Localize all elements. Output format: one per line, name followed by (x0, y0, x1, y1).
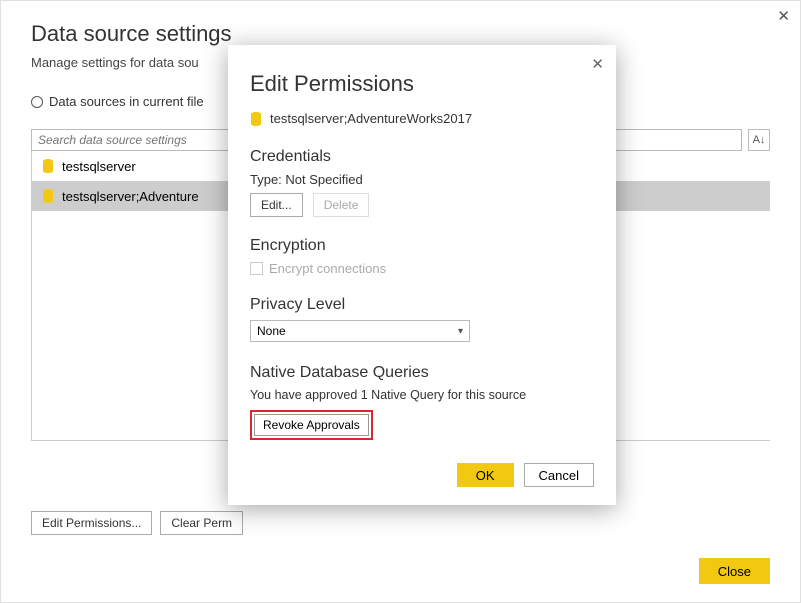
encrypt-connections-checkbox (250, 262, 263, 275)
sort-button[interactable]: A↓ (748, 129, 770, 151)
edit-permissions-button[interactable]: Edit Permissions... (31, 511, 152, 535)
credentials-delete-button: Delete (313, 193, 370, 217)
ok-button[interactable]: OK (457, 463, 514, 487)
privacy-level-value: None (257, 324, 286, 338)
list-item-label: testsqlserver (62, 159, 136, 174)
database-icon (42, 189, 54, 203)
edit-permissions-dialog: ✕ Edit Permissions testsqlserver;Adventu… (228, 45, 616, 505)
dialog-title: Edit Permissions (250, 71, 594, 97)
native-queries-heading: Native Database Queries (250, 364, 594, 382)
list-item-label: testsqlserver;Adventure (62, 189, 199, 204)
database-icon (250, 112, 262, 126)
revoke-approvals-button[interactable]: Revoke Approvals (254, 414, 369, 436)
credentials-heading: Credentials (250, 148, 594, 166)
privacy-level-select[interactable]: None ▾ (250, 320, 470, 342)
cancel-button[interactable]: Cancel (524, 463, 594, 487)
database-icon (42, 159, 54, 173)
clear-permissions-button[interactable]: Clear Perm (160, 511, 243, 535)
close-icon[interactable]: ✕ (777, 7, 790, 25)
credentials-edit-button[interactable]: Edit... (250, 193, 303, 217)
scope-current-file-radio[interactable] (31, 96, 43, 108)
page-title: Data source settings (31, 21, 800, 47)
chevron-down-icon: ▾ (458, 326, 463, 337)
dialog-close-icon[interactable]: ✕ (591, 55, 604, 73)
encrypt-connections-label: Encrypt connections (269, 261, 386, 276)
privacy-heading: Privacy Level (250, 296, 594, 314)
revoke-highlight: Revoke Approvals (250, 410, 373, 440)
credentials-type: Type: Not Specified (250, 172, 594, 187)
sort-az-icon: A↓ (753, 134, 766, 146)
close-button[interactable]: Close (699, 558, 770, 584)
dialog-source-name: testsqlserver;AdventureWorks2017 (270, 111, 472, 126)
encryption-heading: Encryption (250, 237, 594, 255)
native-queries-message: You have approved 1 Native Query for thi… (250, 388, 594, 402)
scope-current-file-label: Data sources in current file (49, 94, 204, 109)
